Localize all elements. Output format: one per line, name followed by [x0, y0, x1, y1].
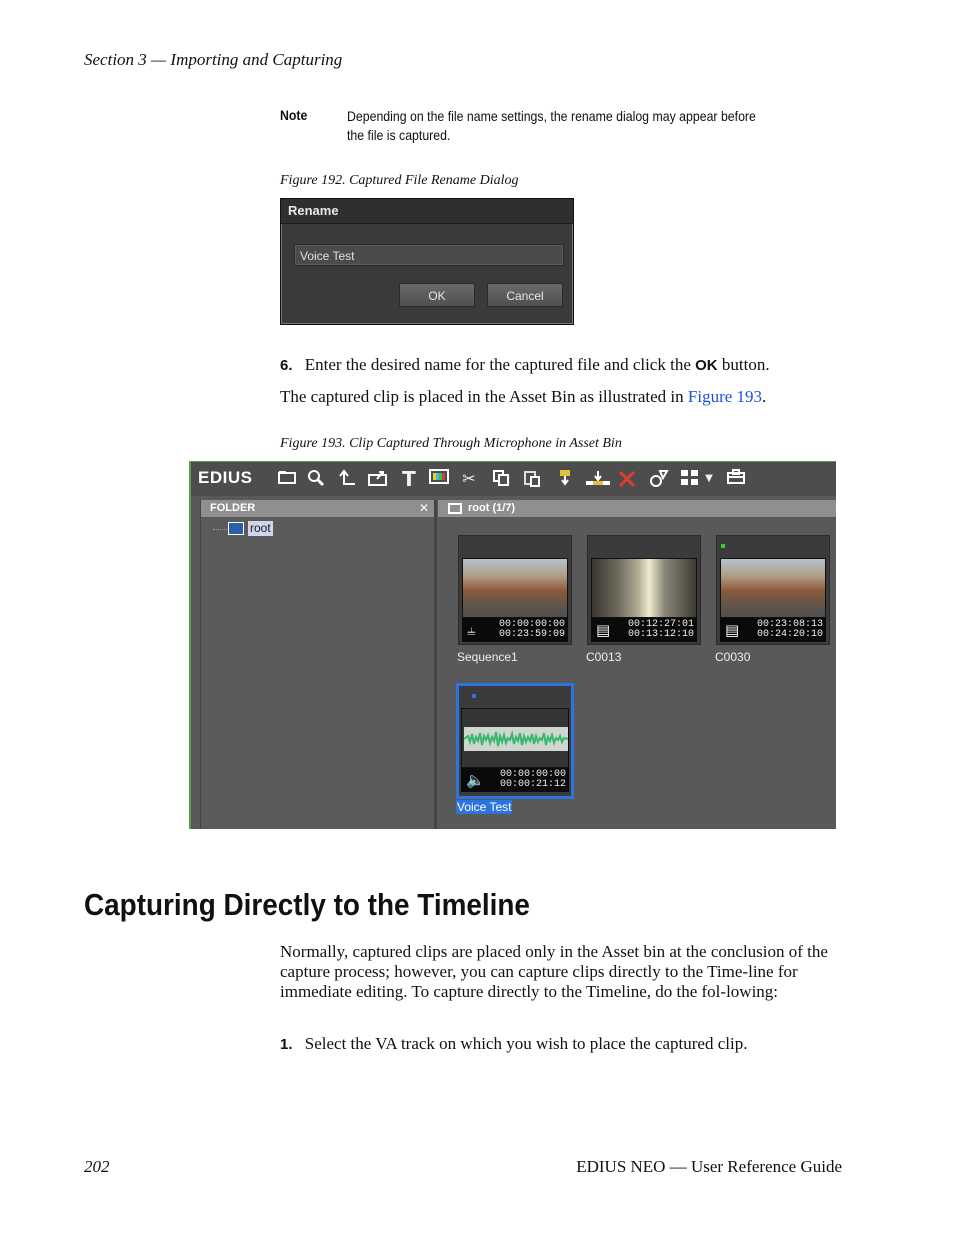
folder-icon	[448, 503, 462, 514]
close-icon[interactable]: ✕	[419, 500, 429, 517]
running-head: Section 3 — Importing and Capturing	[84, 50, 343, 69]
paste-icon[interactable]	[522, 469, 542, 489]
step-6: 6. Enter the desired name for the captur…	[280, 355, 770, 376]
clip-thumbnail	[461, 708, 569, 768]
rename-input[interactable]: Voice Test	[294, 244, 564, 266]
clip-timecode: 00:23:08:13 00:24:20:10	[756, 619, 823, 640]
view-icon[interactable]	[680, 469, 700, 489]
clip-info: 🔈 00:00:00:00 00:00:21:12	[461, 768, 569, 792]
paragraph-end: .	[762, 387, 767, 406]
folder-pane: FOLDER ✕ root	[200, 500, 437, 829]
copy-icon[interactable]	[491, 469, 511, 489]
ok-button[interactable]: OK	[399, 283, 475, 307]
step-text: Select the VA track on which you wish to…	[304, 1034, 748, 1053]
clip-timecode: 00:12:27:01 00:13:12:10	[627, 619, 694, 640]
clip-header-label: root (1/7)	[468, 502, 516, 514]
tree-item-root[interactable]: root	[248, 521, 273, 536]
asset-bin-paragraph: The captured clip is placed in the Asset…	[280, 387, 766, 407]
clip-name: C0013	[586, 650, 622, 664]
folder-tree-icon	[228, 522, 244, 535]
rename-dialog: Rename Voice Test OK Cancel	[280, 198, 574, 325]
clip-name: C0030	[715, 650, 751, 664]
tree-connector	[213, 529, 227, 530]
step-number: 1.	[280, 1036, 293, 1053]
sequence-icon: ⫨	[467, 621, 476, 639]
folder-icon[interactable]	[277, 469, 297, 489]
clip-item[interactable]: ▤ 00:23:08:13 00:24:20:10	[716, 535, 830, 645]
note-text: Depending on the file name settings, the…	[347, 108, 756, 143]
color-bars-icon[interactable]	[429, 469, 449, 489]
step-text: Enter the desired name for the captured …	[304, 355, 696, 374]
title-icon[interactable]: T	[399, 469, 419, 489]
bin-toolbar: EDIUS T ✂ ▼	[191, 462, 836, 496]
folder-header: FOLDER ✕	[201, 500, 434, 517]
clip-info: ▤ 00:23:08:13 00:24:20:10	[720, 618, 826, 642]
properties-icon[interactable]	[649, 469, 669, 489]
clip-thumbnail	[591, 558, 697, 618]
clip-timecode: 00:00:00:00 00:23:59:09	[498, 619, 565, 640]
ok-keyword: OK	[695, 357, 718, 374]
film-icon: ▤	[725, 621, 740, 639]
clip-item-selected[interactable]: 🔈 00:00:00:00 00:00:21:12	[456, 683, 574, 799]
up-icon[interactable]	[338, 469, 358, 489]
delete-icon[interactable]	[617, 469, 637, 489]
dialog-title: Rename	[281, 199, 573, 224]
section-paragraph: Normally, captured clips are placed only…	[280, 942, 828, 1001]
footer-title: EDIUS NEO — User Reference Guide	[576, 1157, 842, 1176]
dropdown-icon[interactable]: ▼	[703, 469, 715, 489]
section-heading: Capturing Directly to the Timeline	[84, 887, 530, 922]
clip-thumbnail	[720, 558, 826, 618]
film-icon: ▤	[596, 621, 611, 639]
clip-name: Sequence1	[457, 650, 518, 664]
clip-item[interactable]: ⫨ 00:00:00:00 00:23:59:09	[458, 535, 572, 645]
clip-name-selected: Voice Test	[456, 800, 513, 814]
folder-header-label: FOLDER	[210, 502, 256, 514]
asset-bin: EDIUS T ✂ ▼ FOLDER ✕ root root (1/7) ⫨ 0…	[189, 461, 836, 829]
clip-thumbnail	[462, 558, 568, 618]
figure-193-caption: Figure 193. Clip Captured Through Microp…	[280, 436, 622, 451]
clip-info: ▤ 00:12:27:01 00:13:12:10	[591, 618, 697, 642]
step-1: 1. Select the VA track on which you wish…	[280, 1034, 747, 1055]
clip-item[interactable]: ▤ 00:12:27:01 00:13:12:10	[587, 535, 701, 645]
overwrite-icon[interactable]	[585, 469, 611, 489]
insert-icon[interactable]	[555, 469, 575, 489]
status-marker	[721, 544, 725, 548]
figure-192-caption: Figure 192. Captured File Rename Dialog	[280, 173, 519, 188]
cut-icon[interactable]: ✂	[459, 469, 479, 489]
clip-info: ⫨ 00:00:00:00 00:23:59:09	[462, 618, 568, 642]
clip-timecode: 00:00:00:00 00:00:21:12	[499, 769, 566, 790]
cancel-button[interactable]: Cancel	[487, 283, 563, 307]
export-icon[interactable]	[368, 469, 388, 489]
paragraph-text: The captured clip is placed in the Asset…	[280, 387, 688, 406]
page-number: 202	[84, 1157, 110, 1176]
clip-pane: root (1/7) ⫨ 00:00:00:00 00:23:59:09 Sequ…	[438, 500, 836, 829]
edius-logo: EDIUS	[198, 468, 253, 487]
step-text-end: button.	[717, 355, 770, 374]
clip-header: root (1/7)	[438, 500, 836, 517]
status-marker	[472, 694, 476, 698]
figure-193-link[interactable]: Figure 193	[688, 387, 762, 406]
audio-icon: 🔈	[466, 771, 485, 789]
note-label: Note	[280, 107, 308, 123]
search-icon[interactable]	[306, 469, 326, 489]
bin-icon[interactable]	[726, 469, 746, 489]
step-number: 6.	[280, 357, 293, 374]
